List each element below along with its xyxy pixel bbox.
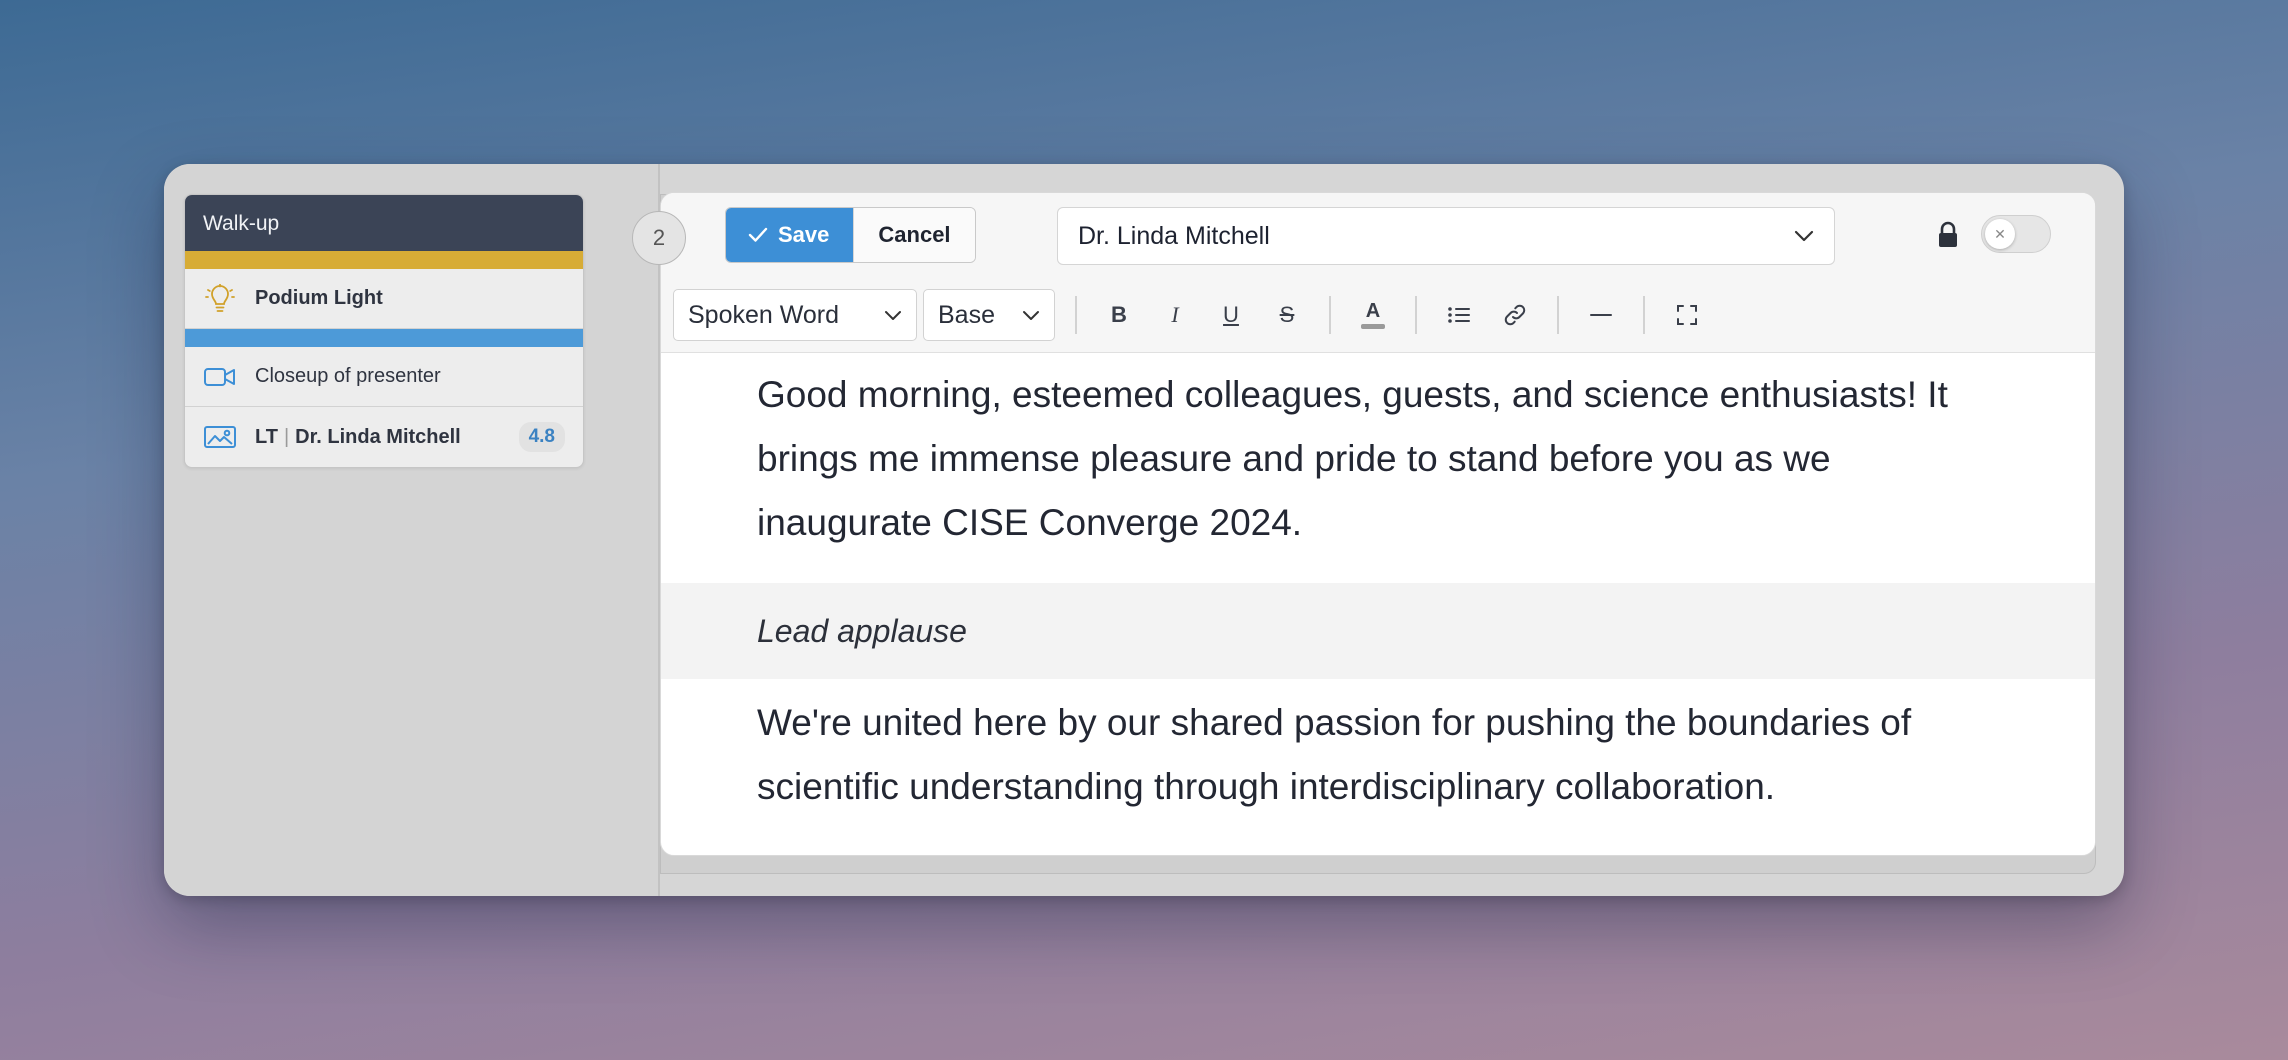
lock-toggle[interactable]: ✕ — [1981, 215, 2051, 253]
cue-row-podium-light[interactable]: Podium Light — [185, 269, 583, 329]
score-badge: 4.8 — [518, 422, 565, 452]
divider — [1415, 296, 1417, 334]
script-content[interactable]: Good morning, esteemed colleagues, guest… — [661, 353, 2095, 819]
cue-row-label: Podium Light — [255, 287, 383, 309]
script-editor: Save Cancel Dr. Linda Mitchell ✕ Spoken … — [660, 192, 2096, 856]
close-icon: ✕ — [1985, 219, 2015, 249]
stage-direction[interactable]: Lead applause — [661, 583, 2095, 679]
cue-row-label: Closeup of presenter — [255, 365, 441, 387]
cue-color-bar-blue — [185, 329, 583, 347]
script-paragraph[interactable]: Good morning, esteemed colleagues, guest… — [661, 353, 2095, 555]
divider — [1557, 296, 1559, 334]
divider — [1075, 296, 1077, 334]
speaker-value: Dr. Linda Mitchell — [1078, 221, 1270, 250]
fullscreen-icon — [1677, 305, 1697, 325]
separator: | — [283, 425, 290, 448]
chevron-down-icon — [1794, 230, 1814, 242]
style-value: Spoken Word — [688, 300, 840, 329]
fullscreen-button[interactable] — [1665, 293, 1709, 337]
lower-third-prefix: LT — [255, 425, 278, 448]
horizontal-rule-icon — [1590, 314, 1612, 316]
image-icon — [203, 422, 237, 452]
lower-third-name: Dr. Linda Mitchell — [295, 425, 461, 448]
cue-card[interactable]: Walk-up Podium Light Closeup of presente… — [184, 194, 584, 468]
italic-button[interactable]: I — [1153, 293, 1197, 337]
chevron-down-icon — [885, 310, 901, 320]
bullet-list-button[interactable] — [1437, 293, 1481, 337]
sidebar: Walk-up Podium Light Closeup of presente… — [164, 164, 660, 896]
main-panel: Save Cancel Dr. Linda Mitchell ✕ Spoken … — [632, 164, 2124, 896]
chevron-down-icon — [1023, 310, 1039, 320]
cue-row-label: LT | Dr. Linda Mitchell — [255, 426, 519, 449]
save-button[interactable]: Save — [726, 208, 854, 262]
strikethrough-button[interactable]: S — [1265, 293, 1309, 337]
color-swatch — [1361, 324, 1385, 329]
app-window: Walk-up Podium Light Closeup of presente… — [164, 164, 2124, 896]
editor-toolbar: Save Cancel Dr. Linda Mitchell ✕ Spoken … — [661, 193, 2095, 353]
cue-header: Walk-up — [185, 195, 583, 251]
underline-button[interactable]: U — [1209, 293, 1253, 337]
check-icon — [748, 227, 768, 242]
text-color-button[interactable]: A — [1351, 293, 1395, 337]
lock-icon[interactable] — [1937, 221, 1959, 254]
style-select[interactable]: Spoken Word — [673, 289, 917, 341]
link-button[interactable] — [1493, 293, 1537, 337]
size-value: Base — [938, 300, 995, 329]
save-label: Save — [778, 222, 830, 247]
cue-row-closeup[interactable]: Closeup of presenter — [185, 347, 583, 407]
format-toolbar: Spoken Word Base B I U S A — [673, 289, 1715, 341]
save-cancel-group: Save Cancel — [725, 207, 976, 263]
script-paragraph[interactable]: We're united here by our shared passion … — [661, 679, 2095, 819]
lightbulb-icon — [203, 283, 237, 314]
bold-button[interactable]: B — [1097, 293, 1141, 337]
link-icon — [1504, 304, 1526, 326]
cue-row-lower-third[interactable]: LT | Dr. Linda Mitchell 4.8 — [185, 407, 583, 467]
cancel-button[interactable]: Cancel — [853, 208, 975, 262]
list-icon — [1448, 307, 1470, 323]
text-color-icon: A — [1365, 300, 1381, 322]
page-number-badge: 2 — [632, 211, 686, 265]
video-camera-icon — [203, 362, 237, 392]
speaker-select[interactable]: Dr. Linda Mitchell — [1057, 207, 1835, 265]
cue-color-bar-yellow — [185, 251, 583, 269]
divider — [1643, 296, 1645, 334]
horizontal-rule-button[interactable] — [1579, 293, 1623, 337]
size-select[interactable]: Base — [923, 289, 1055, 341]
divider — [1329, 296, 1331, 334]
